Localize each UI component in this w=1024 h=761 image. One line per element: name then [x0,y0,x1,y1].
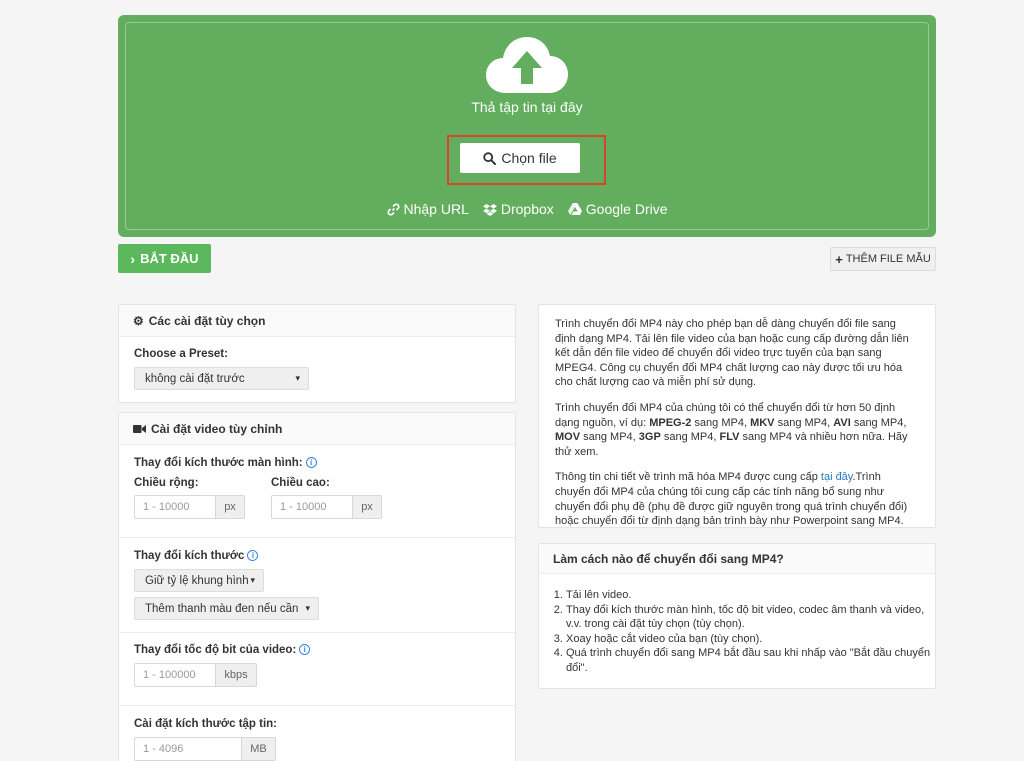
filesize-label: Cài đặt kích thước tập tin: [134,718,278,730]
description-paragraph: Trình chuyển đổi MP4 của chúng tôi có th… [555,401,908,458]
dropbox-label: Dropbox [500,201,554,217]
width-input[interactable]: 1 - 10000 [134,495,216,519]
bitrate-label: Thay đổi tốc độ bit của video: i [134,644,311,656]
chevron-right-icon: › [130,250,136,267]
optional-settings-header: ⚙ Các cài đặt tùy chọn [119,305,515,337]
filesize-input-group: 1 - 4096 MB [134,737,276,761]
choose-file-button[interactable]: Chọn file [460,143,580,173]
info-icon[interactable]: i [299,644,311,655]
optional-settings-title: Các cài đặt tùy chọn [148,313,266,328]
howto-panel: Làm cách nào để chuyển đổi sang MP4? Tải… [538,543,936,689]
dropbox-icon [482,203,497,216]
google-drive-link[interactable]: Google Drive [567,201,668,217]
aspect-ratio-value: Giữ tỷ lệ khung hình [145,574,249,587]
list-item: Xoay hoặc cắt video của bạn (tùy chọn). [566,632,935,647]
cloud-upload-icon [486,37,568,93]
video-settings-title: Cài đặt video tùy chỉnh [151,421,283,436]
chevron-down-icon: ▾ [250,575,255,585]
list-item: Tải lên video. [566,588,935,603]
import-url-link[interactable]: Nhập URL [386,201,469,217]
chevron-down-icon: ▾ [295,373,300,383]
width-unit: px [216,495,245,519]
upload-sources: Nhập URL Dropbox Google Drive [118,201,936,217]
google-drive-icon [567,203,582,215]
width-label: Chiều rộng: [134,477,199,489]
info-icon[interactable]: i [247,550,259,561]
list-item: Thay đổi kích thước màn hình, tốc độ bit… [566,603,935,632]
drop-files-text: Thả tập tin tại đây [471,99,583,115]
screen-size-label: Thay đổi kích thước màn hình: i [134,457,317,469]
screen-size-label-text: Thay đổi kích thước màn hình: [134,457,303,469]
link-icon [386,202,400,216]
width-input-group: 1 - 10000 px [134,495,245,519]
gear-icon: ⚙ [133,313,144,328]
divider [119,537,515,538]
chevron-down-icon: ▾ [305,603,310,613]
add-sample-file-button[interactable]: + THÊM FILE MẪU [830,247,936,271]
import-url-label: Nhập URL [403,201,469,217]
resize-label-text: Thay đổi kích thước [134,550,245,562]
add-sample-label: THÊM FILE MẪU [845,253,931,265]
list-item: Quá trình chuyển đổi sang MP4 bắt đầu sa… [566,646,935,675]
filesize-input[interactable]: 1 - 4096 [134,737,242,761]
start-label: BẮT ĐẦU [140,251,199,266]
bitrate-input[interactable]: 1 - 100000 [134,663,216,687]
resize-label: Thay đổi kích thước i [134,550,259,562]
choose-file-label: Chọn file [501,150,557,166]
aspect-ratio-select[interactable]: Giữ tỷ lệ khung hình ▾ [134,569,264,592]
bitrate-unit: kbps [216,663,257,687]
start-button[interactable]: › BẮT ĐẦU [118,244,211,273]
height-input-group: 1 - 10000 px [271,495,382,519]
howto-title: Làm cách nào để chuyển đổi sang MP4? [553,551,784,566]
upload-dropzone[interactable]: Thả tập tin tại đây Chọn file Nhập URL D… [118,15,936,237]
search-icon [483,151,497,165]
preset-label: Choose a Preset: [134,348,228,360]
description-paragraph: Trình chuyển đổi MP4 này cho phép bạn dễ… [555,318,909,389]
preset-select-value: không cài đặt trước [145,372,245,385]
filesize-unit: MB [242,737,276,761]
info-icon[interactable]: i [305,457,317,468]
howto-header: Làm cách nào để chuyển đổi sang MP4? [539,544,935,574]
description-paragraph: Thông tin chi tiết về trình mã hóa MP4 đ… [555,471,908,528]
divider [119,632,515,633]
height-label: Chiều cao: [271,477,330,489]
dropbox-link[interactable]: Dropbox [482,201,554,217]
bitrate-input-group: 1 - 100000 kbps [134,663,257,687]
video-settings-header: Cài đặt video tùy chỉnh [119,413,515,445]
optional-settings-panel: ⚙ Các cài đặt tùy chọn Choose a Preset: … [118,304,516,403]
height-unit: px [353,495,382,519]
description-panel: Trình chuyển đổi MP4 này cho phép bạn dễ… [538,304,936,528]
google-drive-label: Google Drive [585,201,668,217]
divider [119,705,515,706]
black-bars-select[interactable]: Thêm thanh màu đen nếu cần ▾ [134,597,319,620]
preset-select[interactable]: không cài đặt trước ▾ [134,367,309,390]
black-bars-value: Thêm thanh màu đen nếu cần [145,602,299,615]
video-settings-panel: Cài đặt video tùy chỉnh Thay đổi kích th… [118,412,516,761]
video-camera-icon [133,424,146,433]
howto-steps: Tải lên video. Thay đổi kích thước màn h… [539,588,935,676]
encoder-info-link[interactable]: tại đây [821,471,853,483]
height-input[interactable]: 1 - 10000 [271,495,353,519]
bitrate-label-text: Thay đổi tốc độ bit của video: [134,644,297,656]
plus-icon: + [835,251,843,267]
